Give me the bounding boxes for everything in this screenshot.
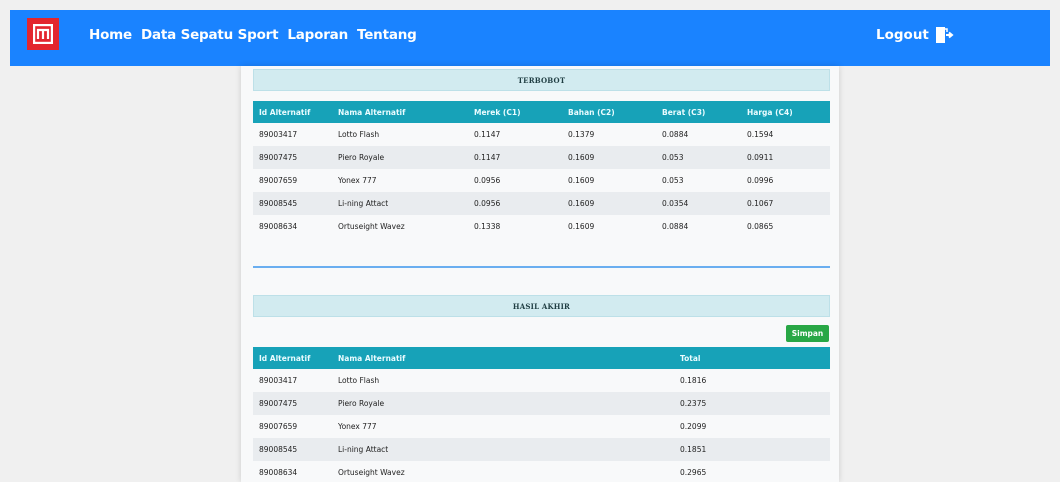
table-cell: 0.0884 xyxy=(656,123,741,146)
column-header: Harga (C4) xyxy=(741,101,830,123)
nav-tentang-link[interactable]: Tentang xyxy=(357,27,417,43)
table-cell: 0.0956 xyxy=(468,169,562,192)
table-cell: 0.1379 xyxy=(562,123,656,146)
table-cell: 89008545 xyxy=(253,192,332,215)
terbobot-header-row: Id Alternatif Nama Alternatif Merek (C1) Ba… xyxy=(253,101,830,123)
column-header: Merek (C1) xyxy=(468,101,562,123)
column-header: Nama Alternatif xyxy=(332,347,674,369)
table-cell: 0.1609 xyxy=(562,215,656,238)
table-cell: 89008545 xyxy=(253,438,332,461)
nav-links: Home Data Sepatu Sport Laporan Tentang xyxy=(89,27,417,43)
table-cell: Yonex 777 xyxy=(332,169,468,192)
table-cell: Yonex 777 xyxy=(332,415,674,438)
table-cell: 0.0884 xyxy=(656,215,741,238)
table-cell: Ortuseight Wavez xyxy=(332,215,468,238)
column-header: Id Alternatif xyxy=(253,101,332,123)
logo-icon xyxy=(33,24,53,44)
table-cell: 0.0956 xyxy=(468,192,562,215)
table-cell: 89007659 xyxy=(253,169,332,192)
table-cell: 89003417 xyxy=(253,123,332,146)
table-cell: Li-ning Attact xyxy=(332,438,674,461)
table-cell: 0.0865 xyxy=(741,215,830,238)
terbobot-header: TERBOBOT xyxy=(253,69,830,91)
table-cell: 0.0354 xyxy=(656,192,741,215)
table-cell: Piero Royale xyxy=(332,392,674,415)
logout-button[interactable]: Logout xyxy=(876,25,954,45)
table-row: 89007659 Yonex 777 0.0956 0.1609 0.053 0.0996 xyxy=(253,169,830,192)
table-cell: Li-ning Attact xyxy=(332,192,468,215)
table-cell: Piero Royale xyxy=(332,146,468,169)
nav-home-link[interactable]: Home xyxy=(89,27,132,43)
table-row: 89007475 Piero Royale 0.2375 xyxy=(253,392,830,415)
simpan-button[interactable]: Simpan xyxy=(786,325,829,342)
logout-icon xyxy=(935,27,954,43)
table-cell: Ortuseight Wavez xyxy=(332,461,674,482)
table-cell: 0.1067 xyxy=(741,192,830,215)
table-row: 89003417 Lotto Flash 0.1147 0.1379 0.0884 0.1… xyxy=(253,123,830,146)
table-row: 89003417 Lotto Flash 0.1816 xyxy=(253,369,830,392)
hasil-header: HASIL AKHIR xyxy=(253,295,830,317)
table-cell: 89007475 xyxy=(253,146,332,169)
table-cell: 0.1609 xyxy=(562,192,656,215)
table-row: 89008634 Ortuseight Wavez 0.2965 xyxy=(253,461,830,482)
table-cell: 0.053 xyxy=(656,146,741,169)
table-cell: 0.1816 xyxy=(674,369,830,392)
table-cell: 89008634 xyxy=(253,461,332,482)
table-cell: Lotto Flash xyxy=(332,369,674,392)
column-header: Nama Alternatif xyxy=(332,101,468,123)
table-row: 89007475 Piero Royale 0.1147 0.1609 0.053 0.0… xyxy=(253,146,830,169)
column-header: Berat (C3) xyxy=(656,101,741,123)
nav-laporan-link[interactable]: Laporan xyxy=(287,27,348,43)
table-cell: 0.1609 xyxy=(562,169,656,192)
hasil-table: Id Alternatif Nama Alternatif Total 890034… xyxy=(253,347,830,482)
table-row: 89008545 Li-ning Attact 0.1851 xyxy=(253,438,830,461)
column-header: Id Alternatif xyxy=(253,347,332,369)
table-cell: 0.053 xyxy=(656,169,741,192)
table-cell: 0.1851 xyxy=(674,438,830,461)
navbar: Home Data Sepatu Sport Laporan Tentang L… xyxy=(10,10,1050,66)
table-cell: 89003417 xyxy=(253,369,332,392)
terbobot-table: Id Alternatif Nama Alternatif Merek (C1) Ba… xyxy=(253,101,830,238)
hasil-header-row: Id Alternatif Nama Alternatif Total xyxy=(253,347,830,369)
table-row: 89008634 Ortuseight Wavez 0.1338 0.1609 0.08… xyxy=(253,215,830,238)
table-cell: 89007659 xyxy=(253,415,332,438)
table-cell: 0.2375 xyxy=(674,392,830,415)
logout-label: Logout xyxy=(876,27,929,43)
app-logo[interactable] xyxy=(27,18,59,50)
table-cell: 89008634 xyxy=(253,215,332,238)
table-cell: 0.2965 xyxy=(674,461,830,482)
table-cell: 0.0911 xyxy=(741,146,830,169)
table-cell: 0.1609 xyxy=(562,146,656,169)
table-cell: 0.1147 xyxy=(468,146,562,169)
table-cell: 89007475 xyxy=(253,392,332,415)
table-row: 89008545 Li-ning Attact 0.0956 0.1609 0.0354… xyxy=(253,192,830,215)
column-header: Bahan (C2) xyxy=(562,101,656,123)
table-cell: 0.0996 xyxy=(741,169,830,192)
nav-data-sepatu-link[interactable]: Data Sepatu Sport xyxy=(141,27,279,43)
table-cell: 0.1338 xyxy=(468,215,562,238)
table-cell: 0.1594 xyxy=(741,123,830,146)
section-divider xyxy=(253,266,830,268)
table-cell: Lotto Flash xyxy=(332,123,468,146)
table-cell: 0.2099 xyxy=(674,415,830,438)
content-card: TERBOBOT Id Alternatif Nama Alternatif Mer… xyxy=(241,66,839,482)
table-row: 89007659 Yonex 777 0.2099 xyxy=(253,415,830,438)
table-cell: 0.1147 xyxy=(468,123,562,146)
column-header: Total xyxy=(674,347,830,369)
